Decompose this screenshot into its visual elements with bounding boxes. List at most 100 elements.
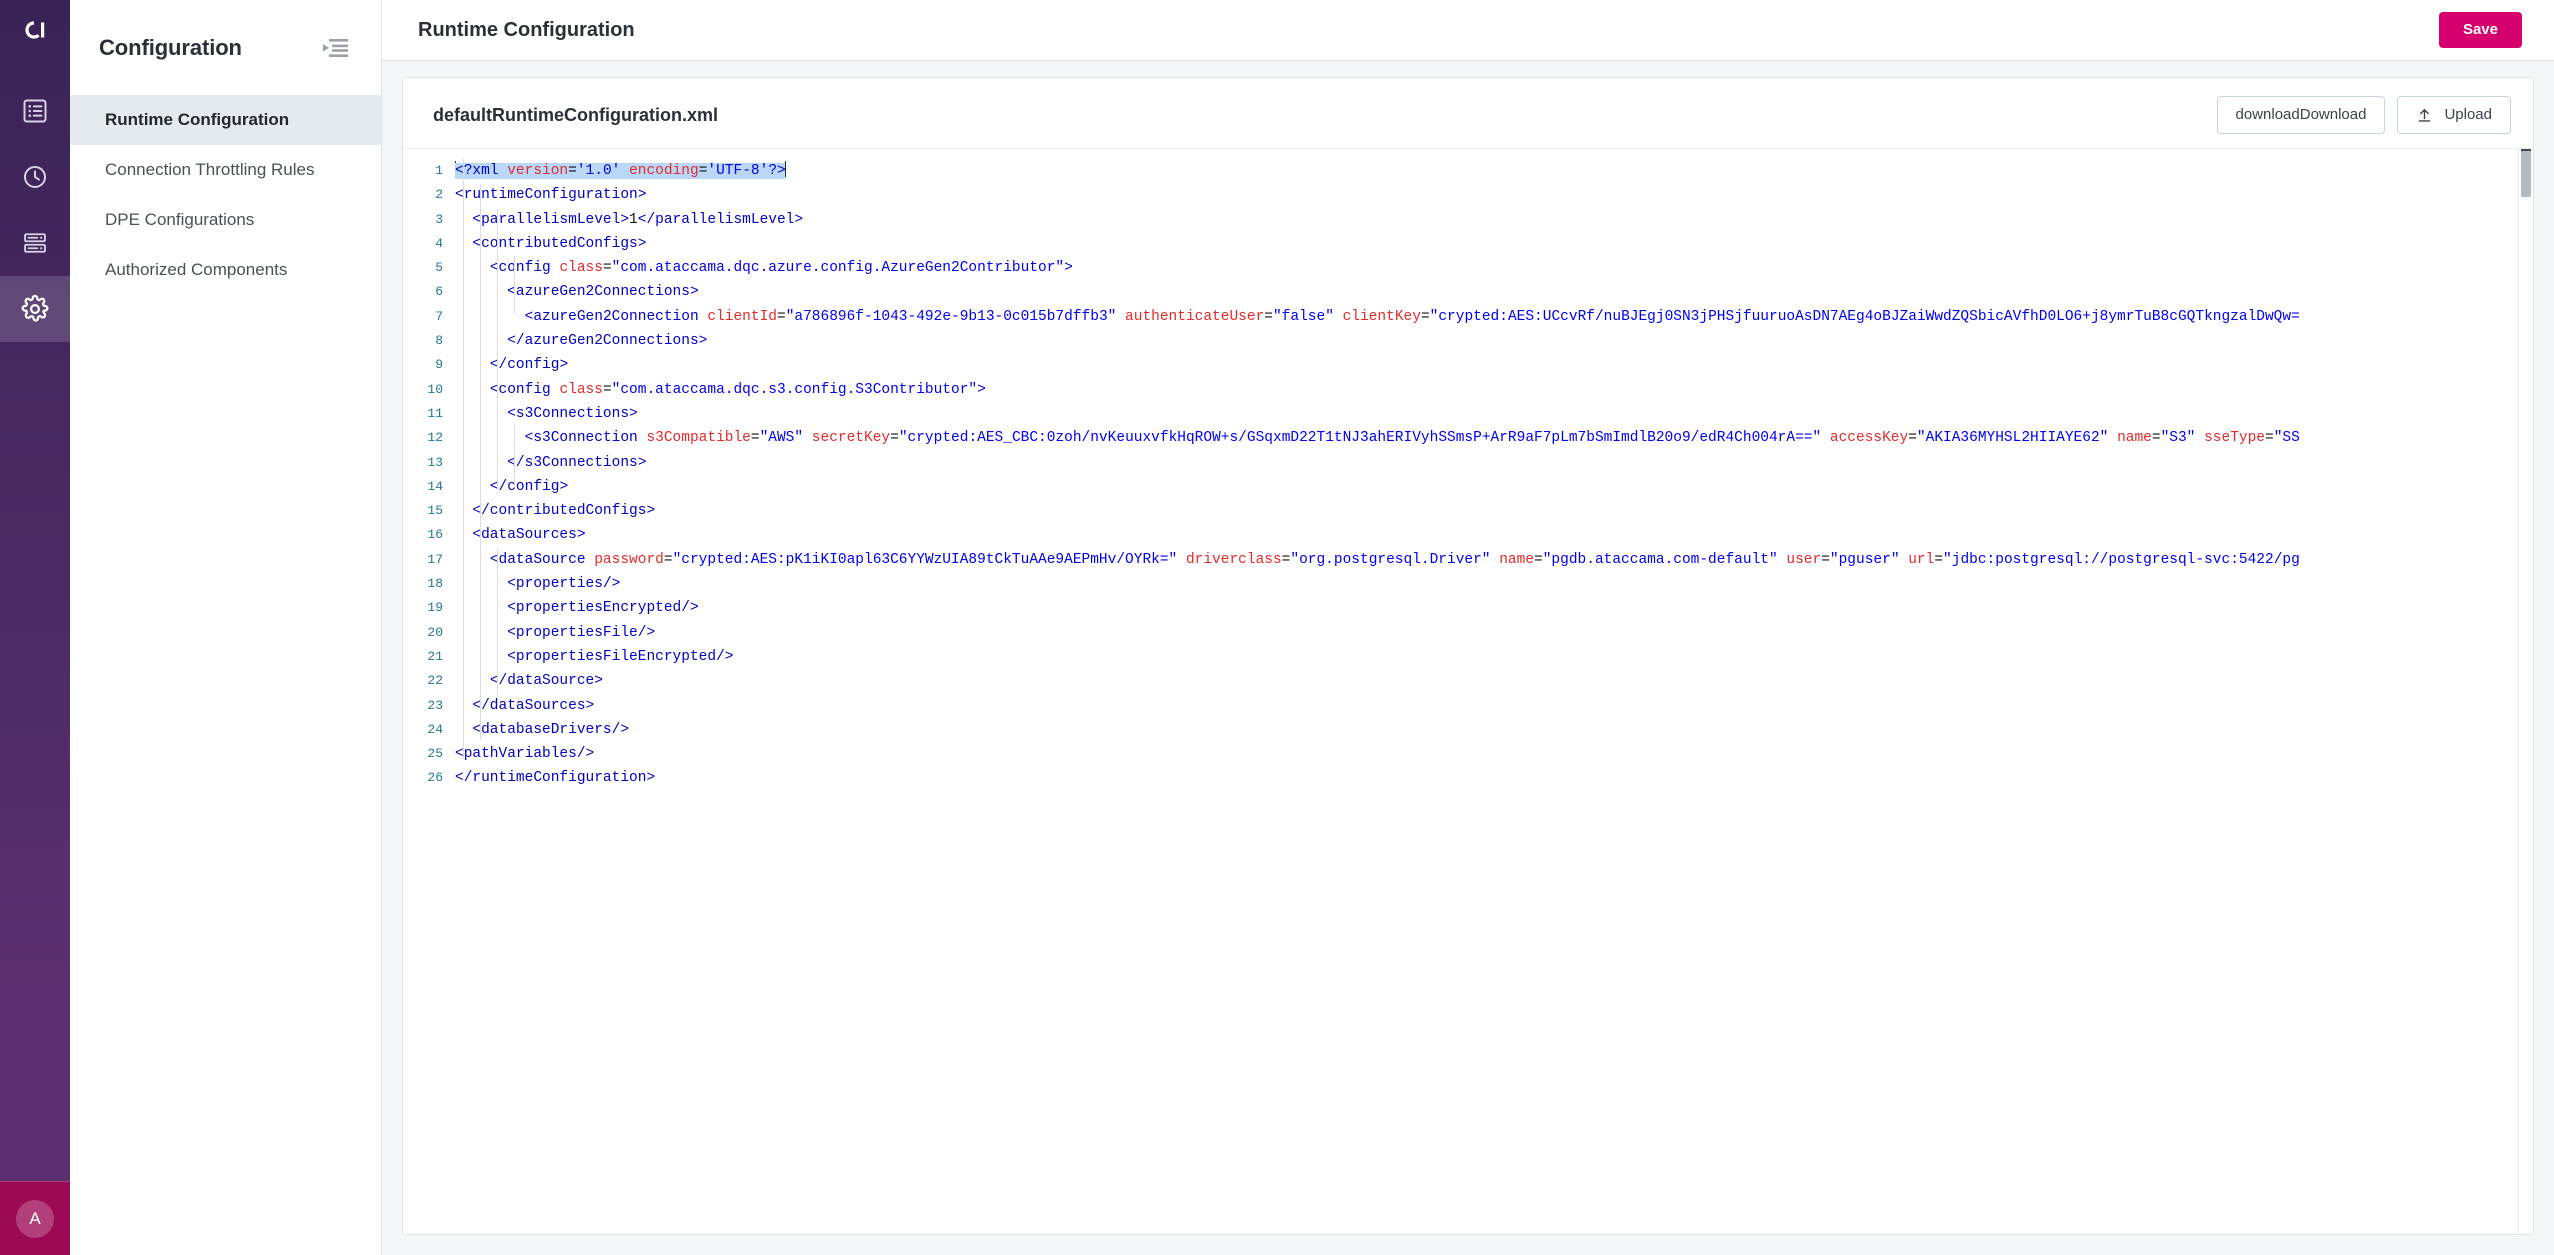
sidebar-item-label: Authorized Components bbox=[105, 260, 287, 280]
collapse-panel-icon[interactable] bbox=[318, 31, 352, 65]
sidebar-item-settings[interactable] bbox=[0, 276, 70, 342]
indent-guide bbox=[514, 426, 515, 484]
code-line: </contributedConfigs> bbox=[455, 499, 2533, 523]
line-number: 20 bbox=[403, 621, 443, 645]
line-number: 5 bbox=[403, 256, 443, 280]
line-number: 9 bbox=[403, 353, 443, 377]
line-number: 11 bbox=[403, 402, 443, 426]
clock-icon bbox=[21, 163, 49, 191]
indent-guide bbox=[497, 549, 498, 704]
code-line: <?xml version='1.0' encoding='UTF-8'?> bbox=[455, 159, 2533, 183]
sidebar-item-label: DPE Configurations bbox=[105, 210, 254, 230]
user-menu[interactable]: A bbox=[0, 1181, 70, 1255]
line-number: 1 bbox=[403, 159, 443, 183]
xml-code-editor[interactable]: 1234567891011121314151617181920212223242… bbox=[403, 148, 2533, 1234]
list-box-icon bbox=[21, 97, 49, 125]
line-number: 2 bbox=[403, 183, 443, 207]
code-line: </config> bbox=[455, 353, 2533, 377]
code-line: <dataSource password="crypted:AES:pK1iKI… bbox=[455, 548, 2533, 572]
configuration-sidebar: Configuration Runtime Configuration Conn… bbox=[70, 0, 382, 1255]
code-line: <s3Connections> bbox=[455, 402, 2533, 426]
line-number: 7 bbox=[403, 305, 443, 329]
code-line: <propertiesFileEncrypted/> bbox=[455, 645, 2533, 669]
editor-vertical-scrollbar[interactable] bbox=[2519, 149, 2533, 1234]
file-name-label: defaultRuntimeConfiguration.xml bbox=[433, 105, 718, 126]
sidebar-item-history[interactable] bbox=[0, 144, 70, 210]
sidebar-item-dpe-configurations[interactable]: DPE Configurations bbox=[70, 195, 381, 245]
code-line: <databaseDrivers/> bbox=[455, 718, 2533, 742]
sidebar-item-label: Connection Throttling Rules bbox=[105, 160, 314, 180]
sidebar-item-catalog[interactable] bbox=[0, 78, 70, 144]
editor-code-area[interactable]: <?xml version='1.0' encoding='UTF-8'?><r… bbox=[455, 149, 2533, 1234]
main-area: Runtime Configuration Save defaultRuntim… bbox=[382, 0, 2554, 1255]
line-number: 18 bbox=[403, 572, 443, 596]
page-title: Runtime Configuration bbox=[418, 19, 635, 42]
code-line: <propertiesFile/> bbox=[455, 621, 2533, 645]
code-line: </dataSources> bbox=[455, 694, 2533, 718]
line-number: 4 bbox=[403, 232, 443, 256]
line-number: 12 bbox=[403, 426, 443, 450]
code-line: </config> bbox=[455, 475, 2533, 499]
upload-button-label: Upload bbox=[2444, 106, 2492, 124]
sidebar-item-connection-throttling-rules[interactable]: Connection Throttling Rules bbox=[70, 145, 381, 195]
avatar: A bbox=[16, 1200, 54, 1238]
line-number: 17 bbox=[403, 548, 443, 572]
code-line: <s3Connection s3Compatible="AWS" secretK… bbox=[455, 426, 2533, 450]
code-line: </dataSource> bbox=[455, 669, 2533, 693]
sidebar-header: Configuration bbox=[70, 0, 381, 95]
sidebar-nav-list: Runtime Configuration Connection Throttl… bbox=[70, 95, 381, 295]
scrollbar-thumb[interactable] bbox=[2521, 151, 2531, 197]
line-number: 22 bbox=[403, 669, 443, 693]
code-line: </runtimeConfiguration> bbox=[455, 766, 2533, 790]
code-line: <propertiesEncrypted/> bbox=[455, 596, 2533, 620]
code-line: <pathVariables/> bbox=[455, 742, 2533, 766]
line-number: 6 bbox=[403, 280, 443, 304]
card-action-buttons: downloadDownload Upload bbox=[2217, 96, 2511, 134]
indent-guide bbox=[463, 159, 464, 759]
gear-icon bbox=[20, 294, 50, 324]
config-file-card: defaultRuntimeConfiguration.xml download… bbox=[402, 77, 2534, 1235]
upload-button[interactable]: Upload bbox=[2397, 96, 2511, 134]
line-number: 15 bbox=[403, 499, 443, 523]
editor-code-lines: <?xml version='1.0' encoding='UTF-8'?><r… bbox=[455, 159, 2533, 791]
code-line: <parallelismLevel>1</parallelismLevel> bbox=[455, 208, 2533, 232]
code-line: <properties/> bbox=[455, 572, 2533, 596]
line-number: 25 bbox=[403, 742, 443, 766]
sidebar-item-servers[interactable] bbox=[0, 210, 70, 276]
indent-guide bbox=[497, 209, 498, 489]
code-line: <config class="com.ataccama.dqc.azure.co… bbox=[455, 256, 2533, 280]
line-number: 21 bbox=[403, 645, 443, 669]
sidebar-item-authorized-components[interactable]: Authorized Components bbox=[70, 245, 381, 295]
download-button-label: downloadDownload bbox=[2236, 106, 2367, 124]
sidebar-item-runtime-configuration[interactable]: Runtime Configuration bbox=[70, 95, 381, 145]
ataccama-logo-icon[interactable] bbox=[0, 0, 70, 62]
line-number: 23 bbox=[403, 694, 443, 718]
code-line: <runtimeConfiguration> bbox=[455, 183, 2533, 207]
code-line: <contributedConfigs> bbox=[455, 232, 2533, 256]
code-line: </azureGen2Connections> bbox=[455, 329, 2533, 353]
line-number: 10 bbox=[403, 378, 443, 402]
card-header: defaultRuntimeConfiguration.xml download… bbox=[403, 78, 2533, 148]
line-number: 3 bbox=[403, 208, 443, 232]
sidebar-item-label: Runtime Configuration bbox=[105, 110, 289, 130]
code-line: <dataSources> bbox=[455, 523, 2533, 547]
indent-guide bbox=[480, 184, 481, 739]
code-line: </s3Connections> bbox=[455, 451, 2533, 475]
download-button[interactable]: downloadDownload bbox=[2217, 96, 2386, 134]
line-number: 13 bbox=[403, 451, 443, 475]
server-icon bbox=[21, 229, 49, 257]
editor-line-numbers: 1234567891011121314151617181920212223242… bbox=[403, 149, 455, 1234]
line-number: 16 bbox=[403, 523, 443, 547]
upload-arrow-icon bbox=[2416, 107, 2433, 124]
app-root: A Configuration Runtime Configuration C bbox=[0, 0, 2554, 1255]
indent-guide bbox=[514, 256, 515, 314]
line-number: 14 bbox=[403, 475, 443, 499]
line-number: 19 bbox=[403, 596, 443, 620]
save-button[interactable]: Save bbox=[2439, 12, 2522, 49]
sidebar-title: Configuration bbox=[99, 35, 242, 61]
code-line: <azureGen2Connections> bbox=[455, 280, 2533, 304]
content-region: defaultRuntimeConfiguration.xml download… bbox=[382, 61, 2554, 1255]
code-line: <azureGen2Connection clientId="a786896f-… bbox=[455, 305, 2533, 329]
line-number: 24 bbox=[403, 718, 443, 742]
code-line: <config class="com.ataccama.dqc.s3.confi… bbox=[455, 378, 2533, 402]
